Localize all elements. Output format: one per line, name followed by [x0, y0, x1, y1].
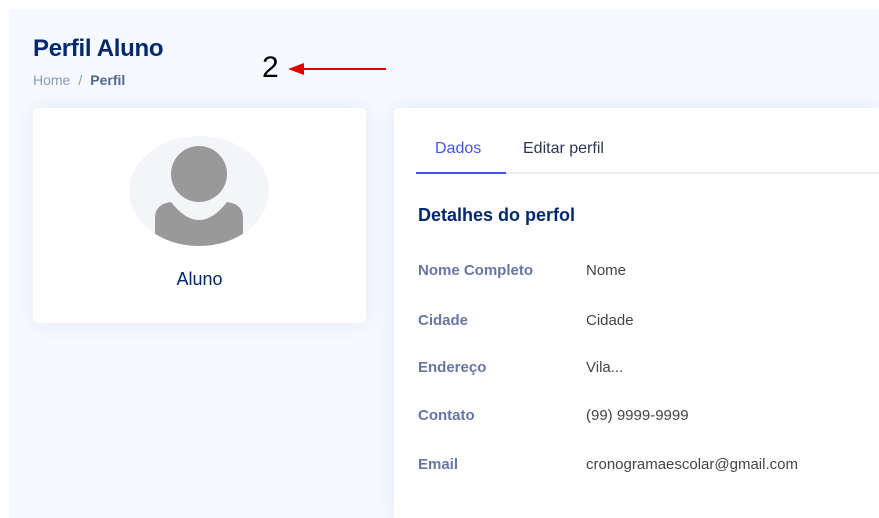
user-silhouette-icon [155, 146, 243, 246]
profile-card: Aluno [33, 108, 366, 323]
avatar [129, 136, 269, 246]
annotation-arrow-icon [288, 63, 386, 75]
detail-row-nome: Nome Completo Nome [418, 262, 626, 279]
detail-label: Endereço [418, 359, 487, 376]
detail-value: Cidade [586, 312, 634, 329]
breadcrumb-separator: / [78, 72, 83, 88]
breadcrumb: Home / Perfil [33, 72, 125, 88]
annotation-label: 2 [262, 51, 279, 84]
breadcrumb-home-link[interactable]: Home [33, 72, 70, 88]
detail-value: cronogramaescolar@gmail.com [586, 456, 798, 473]
profile-tabs: Dados Editar perfil [416, 132, 879, 174]
detail-row-endereco: Endereço Vila... [418, 359, 623, 376]
profile-details-card: Dados Editar perfil Detalhes do perfol N… [394, 108, 879, 518]
detail-row-cidade: Cidade Cidade [418, 312, 634, 329]
detail-value: Vila... [586, 359, 624, 376]
section-title: Detalhes do perfol [418, 205, 576, 225]
detail-label: Cidade [418, 312, 469, 329]
detail-label: Nome Completo [418, 262, 534, 279]
detail-label: Email [418, 456, 459, 473]
detail-value: Nome [586, 262, 627, 279]
tab-dados[interactable]: Dados [416, 132, 506, 174]
detail-row-contato: Contato (99) 9999-9999 [418, 407, 689, 424]
detail-value: (99) 9999-9999 [586, 407, 689, 424]
page-title: Perfil Aluno [33, 35, 164, 62]
breadcrumb-current: Perfil [90, 72, 126, 88]
detail-label: Contato [418, 407, 475, 424]
detail-row-email: Email cronogramaescolar@gmail.com [418, 456, 798, 473]
profile-name: Aluno [176, 269, 223, 289]
tab-editar-perfil[interactable]: Editar perfil [523, 132, 604, 174]
